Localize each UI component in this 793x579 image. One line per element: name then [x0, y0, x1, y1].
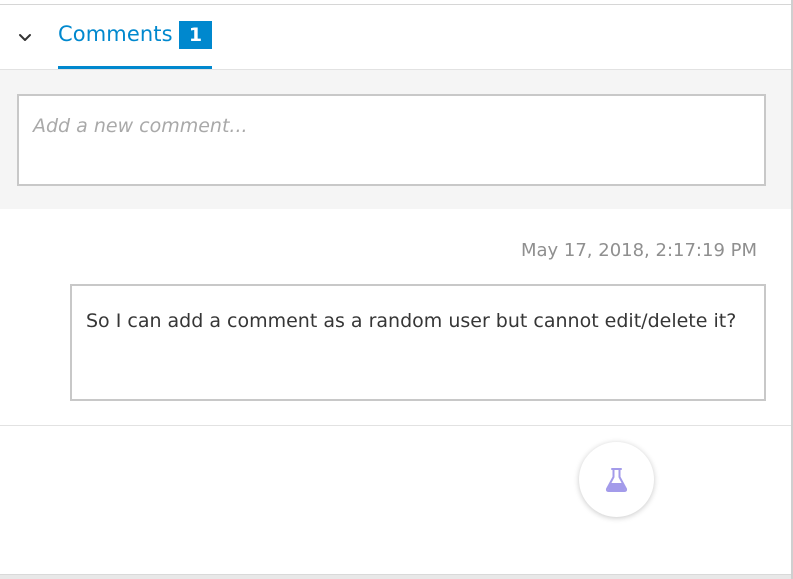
tab-comments[interactable]: Comments 1 — [58, 5, 212, 69]
new-comment-section — [0, 70, 791, 209]
tab-comments-label: Comments — [58, 22, 173, 46]
comment-list: May 17, 2018, 2:17:19 PM So I can add a … — [0, 209, 791, 426]
comment-text: So I can add a comment as a random user … — [70, 284, 766, 401]
bottom-divider — [0, 574, 791, 579]
comments-header: Comments 1 — [0, 5, 791, 70]
new-comment-input[interactable] — [17, 94, 766, 186]
flask-button[interactable] — [579, 442, 654, 517]
comment-count-badge: 1 — [179, 21, 212, 49]
flask-icon — [605, 468, 628, 492]
chevron-down-icon[interactable] — [15, 27, 35, 47]
comments-panel: Comments 1 May 17, 2018, 2:17:19 PM So I… — [0, 0, 793, 579]
comment-timestamp: May 17, 2018, 2:17:19 PM — [520, 240, 757, 261]
